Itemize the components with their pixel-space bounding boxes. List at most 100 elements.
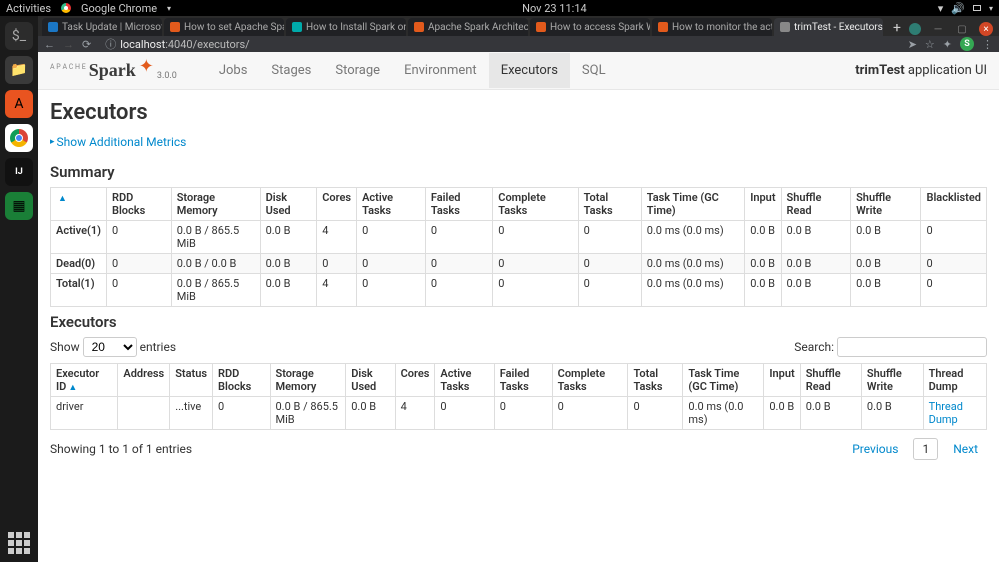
previous-button[interactable]: Previous [843, 438, 907, 460]
browser-tab[interactable]: Task Update | Microsoft× [42, 18, 162, 36]
show-applications-icon[interactable] [8, 532, 30, 554]
col-header[interactable]: Executor ID▲ [51, 364, 118, 397]
window-close-button[interactable]: × [979, 22, 993, 36]
col-header[interactable]: RDD Blocks [106, 188, 171, 221]
col-header[interactable]: Disk Used [260, 188, 317, 221]
col-header[interactable]: Thread Dump [923, 364, 986, 397]
files-app-icon[interactable]: 📁 [5, 56, 33, 84]
table-cell: 0 [578, 221, 641, 254]
col-header[interactable]: Task Time (GC Time) [641, 188, 744, 221]
col-header[interactable]: Shuffle Read [781, 188, 851, 221]
table-cell: 0 [493, 274, 578, 307]
status-cell: ...tive [170, 397, 213, 430]
bookmark-icon[interactable]: ☆ [925, 38, 935, 51]
table-cell: 0 [552, 397, 628, 430]
next-button[interactable]: Next [944, 438, 987, 460]
col-header[interactable]: Complete Tasks [552, 364, 628, 397]
software-app-icon[interactable]: A [5, 90, 33, 118]
nav-executors[interactable]: Executors [489, 53, 570, 88]
table-cell: 0 [435, 397, 494, 430]
caret-right-icon: ▸ [50, 137, 55, 147]
col-header[interactable]: Blacklisted [921, 188, 987, 221]
intellij-app-icon[interactable]: IJ [5, 158, 33, 186]
browser-tab[interactable]: How to access Spark We× [530, 18, 650, 36]
col-header[interactable]: Failed Tasks [494, 364, 552, 397]
col-header[interactable]: Shuffle Write [851, 188, 921, 221]
favicon-icon [658, 22, 668, 32]
col-header[interactable]: Cores [395, 364, 435, 397]
col-header[interactable]: RDD Blocks [213, 364, 270, 397]
page-body: A P A C H E Spark✦ 3.0.0 Jobs Stages Sto… [38, 52, 999, 562]
browser-tab[interactable]: How to monitor the act× [652, 18, 772, 36]
col-header[interactable]: ▲ [51, 188, 107, 221]
col-header[interactable]: Storage Memory [171, 188, 260, 221]
nav-stages[interactable]: Stages [259, 53, 323, 88]
col-header[interactable]: Storage Memory [270, 364, 346, 397]
libreoffice-calc-icon[interactable]: ▦ [5, 192, 33, 220]
col-header[interactable]: Address [118, 364, 170, 397]
table-cell: 0.0 B / 865.5 MiB [270, 397, 346, 430]
page-title: Executors [50, 100, 987, 125]
col-header[interactable]: Active Tasks [357, 188, 426, 221]
battery-icon[interactable] [973, 5, 981, 11]
nav-jobs[interactable]: Jobs [207, 53, 260, 88]
table-cell: 0 [493, 221, 578, 254]
current-app-label[interactable]: Google Chrome [81, 2, 157, 15]
back-button-icon[interactable]: ← [44, 38, 55, 51]
send-tab-icon[interactable]: ➤ [908, 38, 917, 51]
thread-dump-link[interactable]: Thread Dump [929, 400, 963, 426]
reload-button-icon[interactable]: ⟳ [82, 38, 91, 51]
show-metrics-label: Show Additional Metrics [57, 135, 187, 149]
volume-icon[interactable]: 🔊 [951, 2, 965, 15]
browser-tab[interactable]: How to Install Spark on× [286, 18, 406, 36]
table-cell: 0.0 B / 865.5 MiB [171, 221, 260, 254]
site-info-icon[interactable]: ⓘ [105, 36, 116, 52]
forward-button-icon[interactable]: → [63, 38, 74, 51]
col-header[interactable]: Total Tasks [578, 188, 641, 221]
terminal-app-icon[interactable]: $_ [5, 22, 33, 50]
nav-storage[interactable]: Storage [323, 53, 392, 88]
col-header[interactable]: Complete Tasks [493, 188, 578, 221]
chrome-app-icon[interactable] [5, 124, 33, 152]
table-cell: 0.0 B [764, 397, 800, 430]
col-header[interactable]: Shuffle Read [800, 364, 861, 397]
browser-tab[interactable]: How to set Apache Spar× [164, 18, 284, 36]
browser-tab[interactable]: trimTest - Executors× [774, 18, 883, 36]
show-additional-metrics-toggle[interactable]: ▸ Show Additional Metrics [50, 135, 186, 149]
search-input[interactable] [837, 337, 987, 357]
col-header[interactable]: Total Tasks [628, 364, 683, 397]
table-cell: 0.0 ms (0.0 ms) [683, 397, 764, 430]
col-header[interactable]: Cores [317, 188, 357, 221]
network-icon[interactable]: ▾ [938, 2, 944, 15]
col-header[interactable]: Disk Used [346, 364, 395, 397]
spark-logo[interactable]: A P A C H E Spark✦ 3.0.0 [50, 60, 177, 81]
nav-sql[interactable]: SQL [570, 53, 618, 88]
table-cell: 0.0 B [781, 221, 851, 254]
caret-down-icon[interactable]: ▾ [989, 4, 993, 13]
table-cell: 0 [357, 274, 426, 307]
col-header[interactable]: Active Tasks [435, 364, 494, 397]
col-header[interactable]: Status [170, 364, 213, 397]
summary-table: ▲ RDD Blocks Storage Memory Disk Used Co… [50, 187, 987, 307]
minimize-button[interactable]: ─ [931, 22, 945, 36]
summary-header-row: ▲ RDD Blocks Storage Memory Disk Used Co… [51, 188, 987, 221]
nav-environment[interactable]: Environment [392, 53, 489, 88]
spark-nav: Jobs Stages Storage Environment Executor… [207, 53, 618, 88]
col-header[interactable]: Input [745, 188, 781, 221]
browser-tab[interactable]: Apache Spark Architect× [408, 18, 528, 36]
address-bar[interactable]: ⓘ localhost:4040/executors/ [99, 36, 699, 52]
page-size-select[interactable]: 20 [83, 337, 137, 357]
maximize-button[interactable]: ▢ [955, 22, 969, 36]
col-header[interactable]: Failed Tasks [425, 188, 492, 221]
app-menu-caret[interactable]: ▾ [167, 4, 171, 13]
page-number-button[interactable]: 1 [913, 438, 938, 460]
col-header[interactable]: Task Time (GC Time) [683, 364, 764, 397]
activities-label[interactable]: Activities [6, 2, 51, 15]
extensions-icon[interactable]: ✦ [943, 38, 952, 51]
new-tab-button[interactable]: + [885, 20, 909, 36]
col-header[interactable]: Shuffle Write [861, 364, 923, 397]
menu-icon[interactable]: ⋮ [982, 38, 993, 51]
profile-avatar-icon[interactable]: S [960, 37, 974, 51]
col-header[interactable]: Input [764, 364, 800, 397]
clock-label[interactable]: Nov 23 11:14 [522, 2, 587, 15]
